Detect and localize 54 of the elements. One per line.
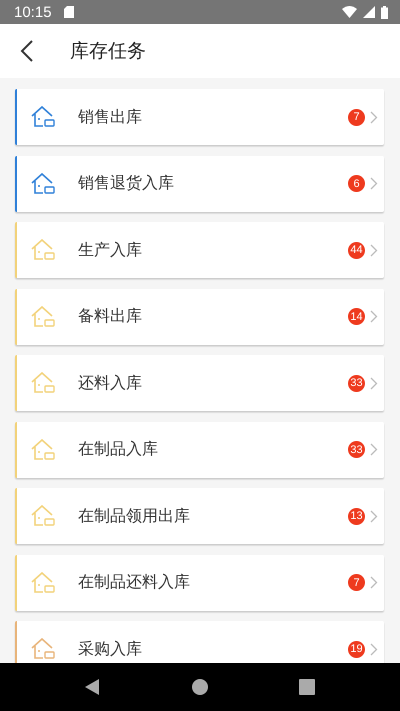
count-badge: 7 [348,574,365,591]
house-icon [30,304,56,328]
chevron-icon [370,642,378,656]
house-icon [30,637,56,661]
signal-icon [363,6,375,18]
task-label: 销售出库 [78,106,142,128]
task-label: 在制品入库 [78,439,158,460]
page-title: 库存任务 [70,39,146,64]
count-badge: 33 [348,441,365,458]
count-badge: 13 [348,508,365,524]
task-item[interactable]: 销售退货入库 6 [15,156,384,212]
house-icon [30,570,56,594]
task-label: 在制品领用出库 [78,506,190,526]
count-badge: 44 [348,242,365,258]
chevron-icon [370,376,378,390]
house-icon [30,504,56,528]
task-item[interactable]: 在制品还料入库 7 [15,554,384,610]
count-badge: 19 [348,640,365,658]
home-nav-icon[interactable] [192,679,208,695]
chevron-icon [370,177,378,190]
task-item[interactable]: 在制品领用出库 13 [15,488,384,544]
task-item[interactable]: 采购入库 19 [15,621,384,663]
house-icon [30,438,56,462]
count-badge: 6 [348,175,365,192]
recents-nav-icon[interactable] [298,679,315,695]
task-label: 还料入库 [78,372,142,394]
house-icon [30,172,56,196]
task-label: 备料出库 [78,306,142,327]
wifi-icon [342,6,357,18]
task-label: 生产入库 [78,240,142,260]
chevron-icon [370,576,378,589]
count-badge: 14 [348,308,365,325]
count-badge: 7 [348,108,365,126]
task-item[interactable]: 在制品入库 33 [15,422,384,478]
task-label: 销售退货入库 [78,173,174,194]
task-item[interactable]: 生产入库 44 [15,222,384,278]
house-icon [30,371,56,395]
chevron-icon [370,510,378,522]
status-time: 10:15 [14,4,52,20]
house-icon [30,238,56,262]
battery-icon [381,6,388,18]
task-item[interactable]: 备料出库 14 [15,288,384,344]
house-icon [30,105,56,129]
chevron-icon [370,310,378,323]
chevron-icon [370,110,378,124]
back-nav-icon[interactable] [85,679,102,695]
task-label: 采购入库 [78,638,142,660]
sd-card-icon [64,6,74,18]
task-item[interactable]: 还料入库 33 [15,355,384,411]
task-label: 在制品还料入库 [78,572,190,593]
chevron-icon [370,443,378,456]
task-item[interactable]: 销售出库 7 [15,89,384,145]
chevron-icon [370,244,378,256]
count-badge: 33 [348,374,365,392]
